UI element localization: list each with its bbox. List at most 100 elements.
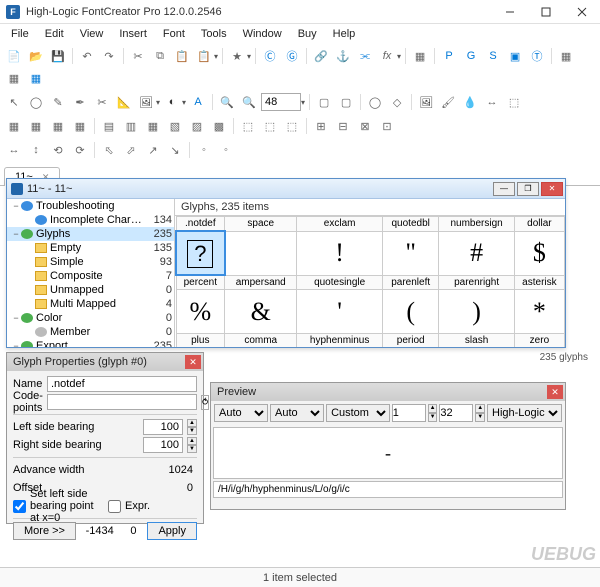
contrast-icon[interactable]: ◐ [162,92,182,112]
g6-icon[interactable]: ▥ [121,116,141,136]
align1-icon[interactable]: ▢ [314,92,334,112]
g14-icon[interactable]: ⊞ [311,116,331,136]
g12-icon[interactable]: ⬚ [260,116,280,136]
node-icon[interactable]: ✎ [48,92,68,112]
text-g-icon[interactable]: Ⓖ [282,46,302,66]
shape2-icon[interactable]: ◇ [387,92,407,112]
expr-checkbox[interactable] [108,500,121,513]
glyph-grid[interactable]: .notdefspaceexclamquotedblnumbersigndoll… [175,215,565,347]
codepoints-input[interactable] [47,394,197,410]
codepoint-tool1-icon[interactable]: ⥀ [201,395,209,410]
props-close-button[interactable]: ✕ [185,355,201,369]
t-icon[interactable]: Ⓣ [527,46,547,66]
s-icon[interactable]: S [483,46,503,66]
fx-icon[interactable]: fx [377,46,397,66]
child-minimize-button[interactable]: — [493,182,515,196]
g3-icon[interactable]: ▦ [48,116,68,136]
zoom-in-icon[interactable]: 🔍 [217,92,237,112]
lasso-icon[interactable]: ◯ [26,92,46,112]
glyph-cell[interactable]: ? [176,231,225,275]
link-icon[interactable]: 🔗 [311,46,331,66]
zoom-input[interactable] [261,93,301,111]
paste-special-icon[interactable]: 📋 [194,46,214,66]
p-icon[interactable]: P [439,46,459,66]
setlsb-checkbox[interactable] [13,500,26,513]
glyph-cell[interactable]: ' [297,290,383,334]
g13-icon[interactable]: ⬚ [282,116,302,136]
glyph-cell[interactable]: * [514,290,564,334]
preview-font-select[interactable]: High-Logic [487,404,562,422]
tree-row[interactable]: −Color0 [7,311,174,325]
g2-icon[interactable]: ▦ [26,116,46,136]
lsb-stepper[interactable]: ▲▼ [187,419,197,435]
brush-icon[interactable]: 🖌 [438,92,458,112]
pen-icon[interactable]: ✒ [70,92,90,112]
menu-edit[interactable]: Edit [38,26,71,42]
glyph-cell[interactable]: & [225,290,297,334]
grid-b-icon[interactable]: ▦ [556,46,576,66]
more-button[interactable]: More >> [13,522,76,540]
t3-icon[interactable]: ⟲ [48,140,68,160]
cut-icon[interactable]: ✂ [128,46,148,66]
preview-sel1[interactable]: Auto [214,404,268,422]
g8-icon[interactable]: ▧ [165,116,185,136]
t5-icon[interactable]: ⬁ [99,140,119,160]
misc-icon[interactable]: ⬚ [504,92,524,112]
t9-icon[interactable]: ◦ [194,140,214,160]
tree-row[interactable]: Member0 [7,325,174,339]
preview-close-button[interactable]: ✕ [547,385,563,399]
tree-row[interactable]: Empty135 [7,241,174,255]
zoom-out-icon[interactable]: 🔍 [239,92,259,112]
minimize-button[interactable] [492,0,528,24]
menu-view[interactable]: View [73,26,111,42]
menu-font[interactable]: Font [156,26,192,42]
menu-window[interactable]: Window [236,26,289,42]
lsb-input[interactable] [143,419,183,435]
undo-icon[interactable]: ↶ [77,46,97,66]
glyph-cell[interactable]: " [382,231,438,275]
glyph-cell[interactable]: ! [297,231,383,275]
grid-a-icon[interactable]: ▦ [410,46,430,66]
measure-icon[interactable]: 📐 [114,92,134,112]
grid-c-icon[interactable]: ▦ [4,68,24,88]
menu-tools[interactable]: Tools [194,26,234,42]
tree-row[interactable]: Simple93 [7,255,174,269]
t-box-icon[interactable]: ▣ [505,46,525,66]
child-close-button[interactable]: ✕ [541,182,563,196]
text-A-icon[interactable]: A [188,92,208,112]
menu-help[interactable]: Help [326,26,363,42]
menu-buy[interactable]: Buy [291,26,324,42]
tree-row[interactable]: −Glyphs235 [7,227,174,241]
grid-d-icon[interactable]: ▦ [26,68,46,88]
pointer-icon[interactable]: ↖ [4,92,24,112]
anchor-icon[interactable]: ⚓ [333,46,353,66]
g4-icon[interactable]: ▦ [70,116,90,136]
t10-icon[interactable]: ◦ [216,140,236,160]
text-c-icon[interactable]: Ⓒ [260,46,280,66]
knife-icon[interactable]: ✂ [92,92,112,112]
g1-icon[interactable]: ▦ [4,116,24,136]
close-button[interactable] [564,0,600,24]
shape1-icon[interactable]: ◯ [365,92,385,112]
glyph-cell[interactable]: ) [439,290,514,334]
eyedrop-icon[interactable]: 💧 [460,92,480,112]
preview-num1[interactable] [392,404,426,422]
menu-insert[interactable]: Insert [112,26,154,42]
tree-row[interactable]: Multi Mapped4 [7,297,174,311]
apply-button[interactable]: Apply [147,522,197,540]
g15-icon[interactable]: ⊟ [333,116,353,136]
tree-row[interactable]: −Export235 [7,339,174,347]
zoom-dropdown[interactable]: ▾ [301,98,305,107]
category-tree[interactable]: −TroubleshootingIncomplete Char…134−Glyp… [7,199,175,347]
preview-sel2[interactable]: Auto [270,404,324,422]
spacer-icon[interactable]: ↔ [482,92,502,112]
preview-num2[interactable] [439,404,473,422]
preview-sel3[interactable]: Custom [326,404,390,422]
glyph-cell[interactable]: ( [382,290,438,334]
g7-icon[interactable]: ▦ [143,116,163,136]
maximize-button[interactable] [528,0,564,24]
t8-icon[interactable]: ↘ [165,140,185,160]
glyph-cell[interactable] [225,231,297,275]
g9-icon[interactable]: ▨ [187,116,207,136]
g16-icon[interactable]: ⊠ [355,116,375,136]
